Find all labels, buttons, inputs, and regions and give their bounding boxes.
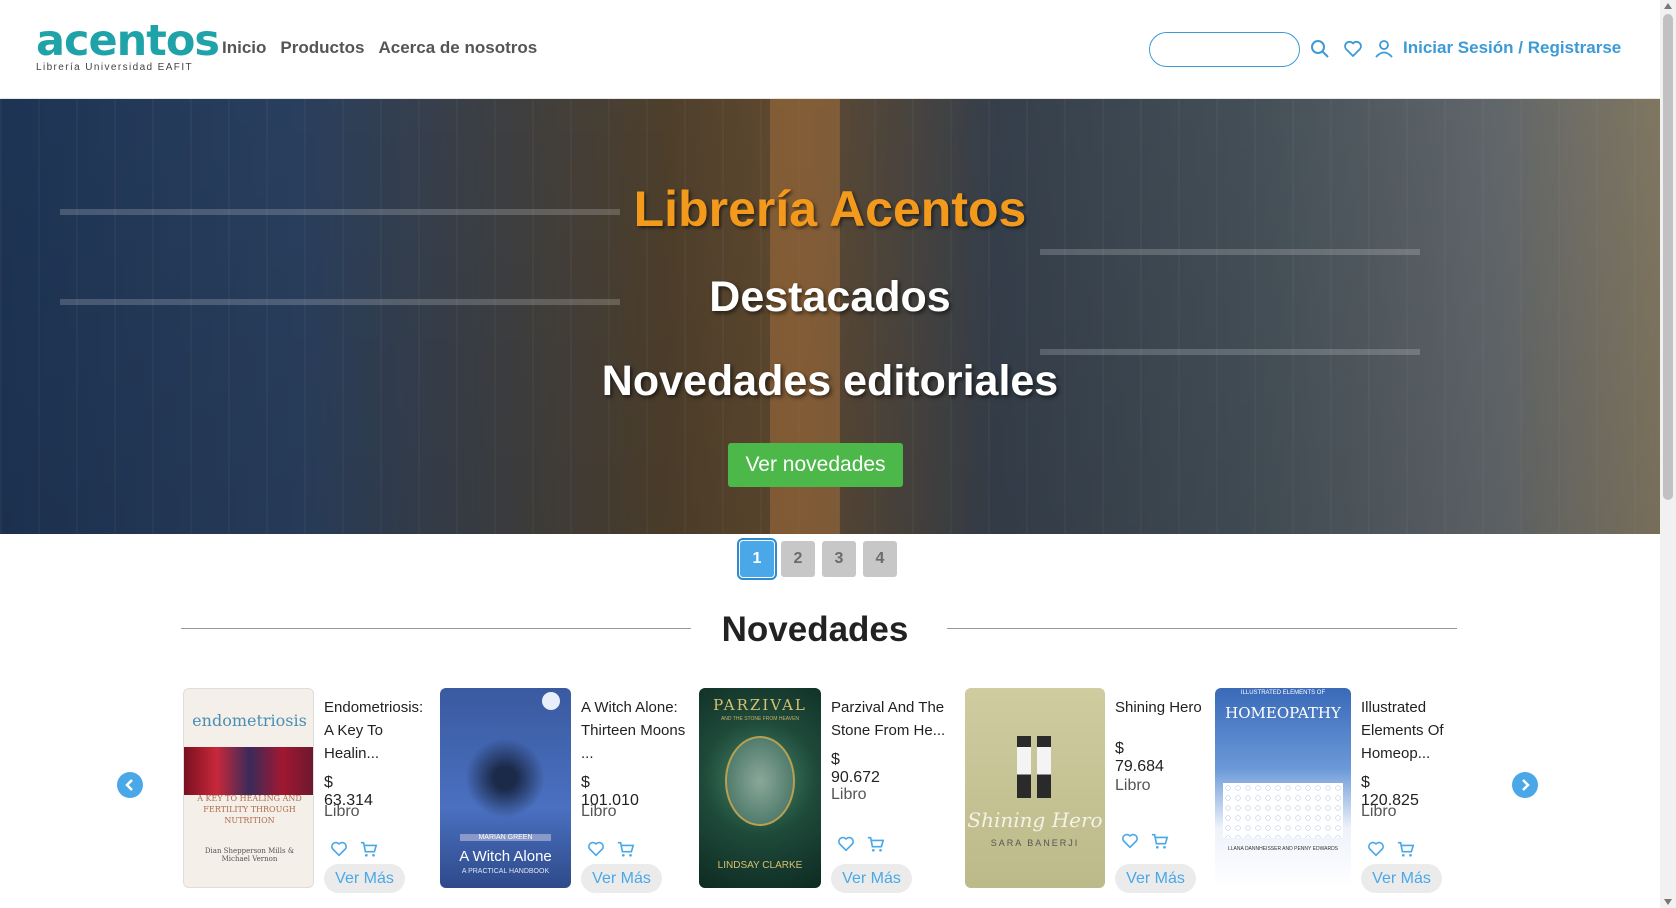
- carousel-prev-button[interactable]: [117, 772, 143, 798]
- cover-face-image: [725, 736, 795, 826]
- product-price: $ 90.672: [831, 751, 880, 786]
- site-header: acentos Librería Universidad EAFIT Inici…: [0, 0, 1660, 99]
- ver-mas-button[interactable]: Ver Más: [1361, 864, 1442, 893]
- product-type: Libro: [581, 803, 617, 820]
- hero-pagination: 1 2 3 4: [737, 538, 897, 580]
- product-type: Libro: [1361, 803, 1397, 820]
- nav-inicio[interactable]: Inicio: [222, 38, 266, 58]
- product-cover[interactable]: endometriosis A KEY TO HEALING AND FERTI…: [183, 688, 314, 888]
- product-actions: [1367, 840, 1415, 858]
- chevron-right-icon: [1522, 779, 1530, 791]
- nav-acerca[interactable]: Acerca de nosotros: [378, 38, 537, 58]
- page-3-button[interactable]: 3: [822, 541, 856, 577]
- hero-bg-shelf: [1040, 249, 1420, 255]
- page-4-button[interactable]: 4: [863, 541, 897, 577]
- product-cover[interactable]: ILLUSTRATED ELEMENTS OF HOMEOPATHY LLANA…: [1215, 688, 1351, 888]
- hero-title: Librería Acentos: [633, 181, 1027, 237]
- product-title[interactable]: Illustrated Elements Of Homeop...: [1361, 696, 1471, 765]
- product-actions: [837, 835, 885, 853]
- search-input[interactable]: [1149, 32, 1300, 67]
- heart-icon[interactable]: [330, 840, 348, 858]
- heart-icon[interactable]: [1121, 832, 1139, 850]
- ver-mas-button[interactable]: Ver Más: [831, 864, 912, 893]
- product-actions: [587, 840, 635, 858]
- cover-berries-image: [184, 747, 313, 795]
- hero-heading: Destacados: [709, 273, 951, 321]
- hero-bg-shelf: [1040, 349, 1420, 355]
- product-cover[interactable]: PARZIVAL AND THE STONE FROM HEAVEN LINDS…: [699, 688, 821, 888]
- product-title[interactable]: Shining Hero: [1115, 696, 1225, 719]
- product-actions: [1121, 832, 1169, 850]
- cover-pills-image: [1223, 783, 1343, 838]
- product-title[interactable]: A Witch Alone: Thirteen Moons...: [581, 696, 701, 765]
- nav-productos[interactable]: Productos: [280, 38, 364, 58]
- section-title: Novedades: [721, 610, 909, 649]
- ver-mas-button[interactable]: Ver Más: [1115, 864, 1196, 893]
- product-type: Libro: [1115, 777, 1151, 794]
- cart-icon[interactable]: [617, 840, 635, 858]
- page-2-button[interactable]: 2: [781, 541, 815, 577]
- site-logo[interactable]: acentos Librería Universidad EAFIT: [36, 16, 220, 74]
- cart-icon[interactable]: [1151, 832, 1169, 850]
- chevron-left-icon: [125, 779, 133, 791]
- cart-icon[interactable]: [867, 835, 885, 853]
- hero-subheading: Novedades editoriales: [601, 357, 1059, 405]
- logo-subtitle: Librería Universidad EAFIT: [36, 62, 194, 73]
- scroll-up-icon[interactable]: [1664, 3, 1672, 9]
- scroll-down-icon[interactable]: [1664, 899, 1672, 905]
- cart-icon[interactable]: [1397, 840, 1415, 858]
- cart-icon[interactable]: [360, 840, 378, 858]
- search-icon[interactable]: [1310, 39, 1330, 59]
- cover-moon-image: [542, 692, 560, 710]
- heart-icon[interactable]: [837, 835, 855, 853]
- page-1-button[interactable]: 1: [737, 538, 777, 580]
- scrollbar-thumb[interactable]: [1663, 14, 1673, 500]
- product-cover[interactable]: Shining Hero SARA BANERJI: [965, 688, 1105, 888]
- ver-mas-button[interactable]: Ver Más: [324, 864, 405, 893]
- carousel-next-button[interactable]: [1512, 772, 1538, 798]
- product-title[interactable]: Parzival And The Stone From He...: [831, 696, 961, 742]
- product-cover[interactable]: MARIAN GREEN A Witch Alone A PRACTICAL H…: [440, 688, 571, 888]
- ver-mas-button[interactable]: Ver Más: [581, 864, 662, 893]
- product-title[interactable]: Endometriosis: A Key To Healin...: [324, 696, 444, 765]
- heart-icon[interactable]: [1343, 39, 1363, 59]
- login-register-link[interactable]: Iniciar Sesión / Registrarse: [1403, 38, 1621, 58]
- cover-tree-image: [465, 738, 545, 818]
- product-actions: [330, 840, 378, 858]
- product-type: Libro: [324, 803, 360, 820]
- heart-icon[interactable]: [587, 840, 605, 858]
- cover-figure-image: [1017, 736, 1031, 798]
- product-type: Libro: [831, 786, 867, 803]
- main-nav: Inicio Productos Acerca de nosotros: [222, 38, 537, 58]
- heart-icon[interactable]: [1367, 840, 1385, 858]
- product-price: $ 79.684: [1115, 740, 1164, 775]
- cover-figure-image: [1037, 736, 1051, 798]
- user-icon[interactable]: [1374, 39, 1394, 59]
- ver-novedades-button[interactable]: Ver novedades: [728, 443, 903, 487]
- page-scrollbar[interactable]: [1660, 0, 1676, 908]
- logo-wordmark: acentos: [36, 16, 220, 66]
